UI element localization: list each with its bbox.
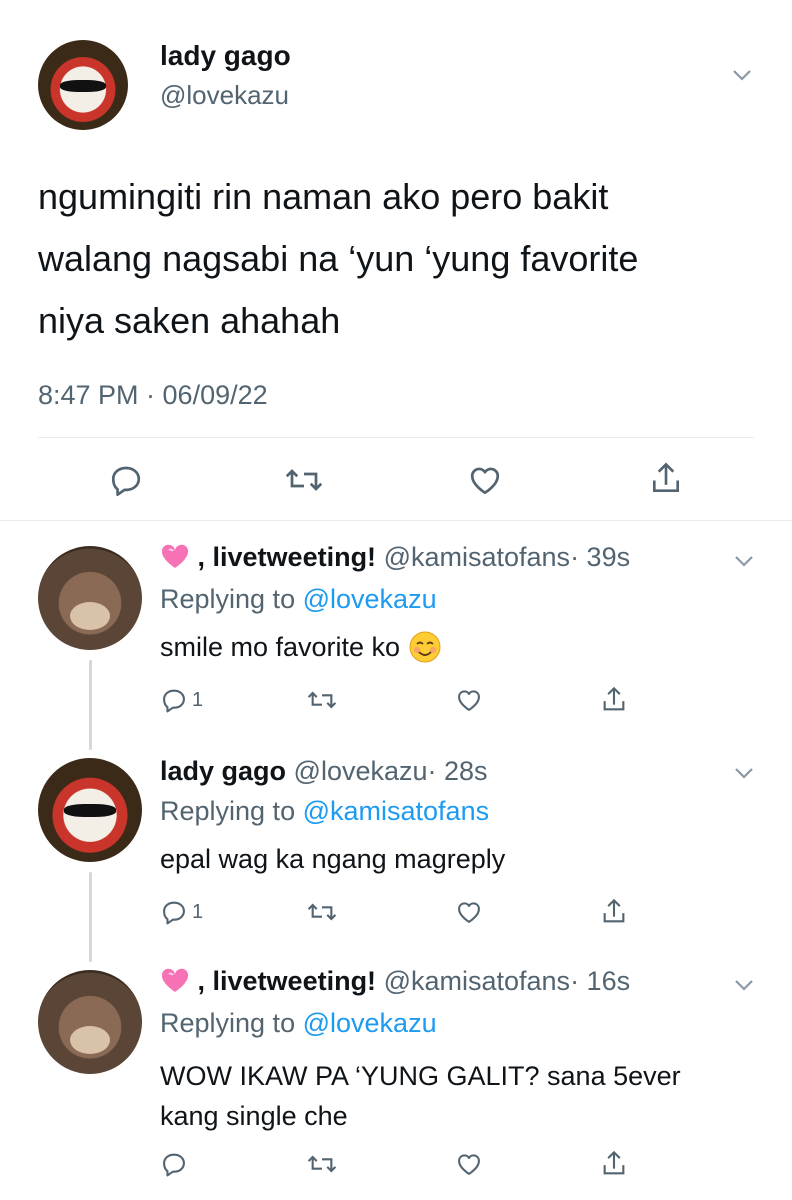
chevron-down-icon[interactable]	[734, 978, 754, 992]
retweet-icon[interactable]	[284, 462, 324, 498]
reply-action[interactable]: 1	[160, 686, 203, 714]
avatar-glasses	[64, 804, 116, 817]
reply-icon[interactable]	[160, 1150, 188, 1178]
share-icon[interactable]	[600, 684, 628, 716]
reply-handle[interactable]: @lovekazu	[294, 756, 428, 786]
replying-to-handle[interactable]: @lovekazu	[303, 1008, 437, 1038]
share-icon[interactable]	[648, 460, 684, 498]
reply-display-name[interactable]: lady gago	[160, 756, 286, 786]
avatar-snout	[70, 1026, 110, 1054]
retweet-icon[interactable]	[306, 686, 338, 714]
main-timestamp[interactable]: 8:47 PM · 06/09/22	[38, 380, 268, 411]
replying-prefix: Replying to	[160, 1008, 296, 1038]
reply-avatar[interactable]	[38, 970, 142, 1074]
reply-header: , livetweeting! @kamisatofans· 39s	[160, 542, 630, 573]
reply-text: smile mo favorite ko	[160, 630, 442, 664]
reply-header: , livetweeting! @kamisatofans· 16s	[160, 966, 630, 997]
reply-text-line: WOW IKAW PA ‘YUNG GALIT? sana 5ever	[160, 1061, 681, 1091]
reply-time[interactable]: · 16s	[570, 966, 630, 996]
thread-line	[89, 872, 92, 962]
replying-to: Replying to @kamisatofans	[160, 796, 489, 827]
avatar-snout	[70, 602, 110, 630]
replying-prefix: Replying to	[160, 584, 296, 614]
replying-to: Replying to @lovekazu	[160, 584, 437, 615]
main-display-name[interactable]: lady gago	[160, 40, 291, 72]
smiling-face-icon	[409, 631, 441, 663]
reply-icon[interactable]	[160, 898, 188, 926]
reply-text: epal wag ka ngang magreply	[160, 844, 506, 874]
reply-display-name[interactable]: , livetweeting!	[198, 542, 377, 572]
reply-avatar[interactable]	[38, 758, 142, 862]
main-avatar[interactable]	[38, 40, 128, 130]
reply-display-name[interactable]: , livetweeting!	[198, 966, 377, 996]
like-icon[interactable]	[454, 898, 484, 926]
retweet-icon[interactable]	[306, 898, 338, 926]
reply-icon[interactable]	[108, 462, 144, 498]
reply-icon[interactable]	[160, 686, 188, 714]
share-icon[interactable]	[600, 1148, 628, 1180]
replying-to-handle[interactable]: @kamisatofans	[303, 796, 489, 826]
main-divider	[38, 437, 754, 438]
reply-time[interactable]: · 28s	[428, 756, 488, 786]
sparkling-heart-icon	[161, 968, 189, 992]
reply-text-content: smile mo favorite ko	[160, 632, 401, 662]
sparkling-heart-icon	[161, 544, 189, 568]
reply-header: lady gago @lovekazu· 28s	[160, 756, 488, 787]
avatar-glasses	[60, 80, 106, 92]
reply-avatar[interactable]	[38, 546, 142, 650]
share-icon[interactable]	[600, 896, 628, 928]
main-tweet-line: niya saken ahahah	[38, 300, 341, 341]
retweet-icon[interactable]	[306, 1150, 338, 1178]
thread-line	[89, 660, 92, 750]
chevron-down-icon[interactable]	[732, 68, 752, 82]
main-tweet-line: walang nagsabi na ‘yun ‘yung favorite	[38, 238, 639, 279]
reply-count: 1	[192, 688, 204, 711]
reply-text: WOW IKAW PA ‘YUNG GALIT? sana 5ever kang…	[160, 1056, 681, 1136]
replying-to: Replying to @lovekazu	[160, 1008, 437, 1039]
main-tweet-line: ngumingiti rin naman ako pero bakit	[38, 176, 609, 217]
reply-text-line: kang single che	[160, 1101, 348, 1131]
reply-action[interactable]: 1	[160, 898, 203, 926]
replying-prefix: Replying to	[160, 796, 296, 826]
reply-handle[interactable]: @kamisatofans	[384, 966, 570, 996]
like-icon[interactable]	[466, 462, 504, 498]
replying-to-handle[interactable]: @lovekazu	[303, 584, 437, 614]
chevron-down-icon[interactable]	[734, 766, 754, 780]
main-handle[interactable]: @lovekazu	[160, 80, 289, 111]
chevron-down-icon[interactable]	[734, 554, 754, 568]
main-tweet-text: ngumingiti rin naman ako pero bakit wala…	[38, 166, 638, 352]
reply-count: 1	[192, 900, 204, 923]
section-divider	[0, 520, 792, 521]
reply-time[interactable]: · 39s	[570, 542, 630, 572]
like-icon[interactable]	[454, 1150, 484, 1178]
reply-handle[interactable]: @kamisatofans	[384, 542, 570, 572]
like-icon[interactable]	[454, 686, 484, 714]
